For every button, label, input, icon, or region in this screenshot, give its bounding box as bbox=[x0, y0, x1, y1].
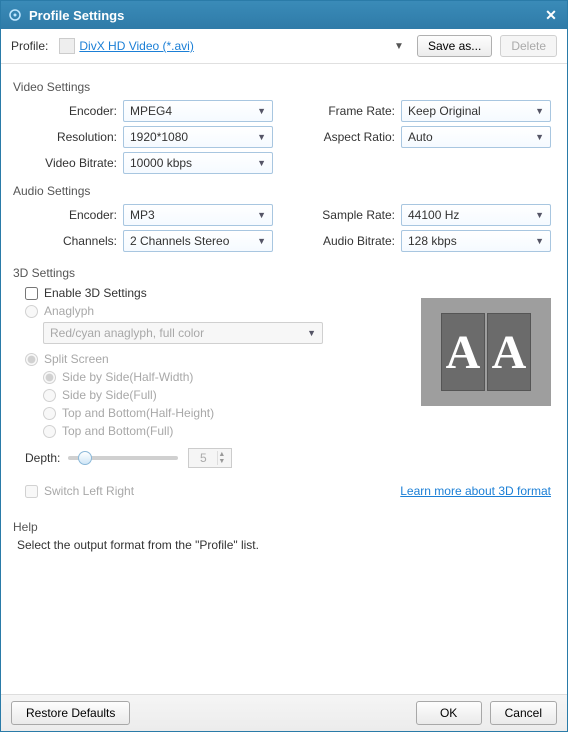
chevron-down-icon: ▼ bbox=[257, 158, 266, 168]
profile-file-icon bbox=[59, 38, 75, 54]
anaglyph-radio-input bbox=[25, 305, 38, 318]
profile-value: DivX HD Video (*.avi) bbox=[79, 39, 394, 53]
profile-select[interactable]: DivX HD Video (*.avi) ▼ bbox=[54, 35, 409, 57]
content-area: Video Settings Encoder: MPEG4▼ Frame Rat… bbox=[1, 64, 567, 694]
resolution-label: Resolution: bbox=[17, 130, 117, 144]
chevron-down-icon: ▼ bbox=[535, 106, 544, 116]
chevron-down-icon: ▼ bbox=[535, 132, 544, 142]
chevron-down-icon: ▼ bbox=[307, 328, 316, 338]
video-encoder-select[interactable]: MPEG4▼ bbox=[123, 100, 273, 122]
chevron-down-icon: ▼ bbox=[257, 210, 266, 220]
audio-settings-label: Audio Settings bbox=[13, 184, 551, 198]
save-as-button[interactable]: Save as... bbox=[417, 35, 492, 57]
titlebar: Profile Settings ✕ bbox=[1, 1, 567, 29]
three-d-preview: A A bbox=[421, 298, 551, 406]
audio-bitrate-select[interactable]: 128 kbps▼ bbox=[401, 230, 551, 252]
help-label: Help bbox=[13, 520, 551, 534]
profile-label: Profile: bbox=[11, 39, 48, 53]
split-screen-radio-input bbox=[25, 353, 38, 366]
video-settings-label: Video Settings bbox=[13, 80, 551, 94]
spinner-down-icon: ▼ bbox=[218, 458, 231, 465]
depth-label: Depth: bbox=[25, 451, 60, 465]
tab-half-radio: Top and Bottom(Half-Height) bbox=[43, 406, 551, 420]
cancel-button[interactable]: Cancel bbox=[490, 701, 557, 725]
chevron-down-icon: ▼ bbox=[394, 41, 404, 52]
slider-thumb[interactable] bbox=[78, 451, 92, 465]
audio-bitrate-label: Audio Bitrate: bbox=[303, 234, 395, 248]
aspect-label: Aspect Ratio: bbox=[303, 130, 395, 144]
footer-bar: Restore Defaults OK Cancel bbox=[1, 694, 567, 731]
preview-letter-right: A bbox=[487, 313, 531, 391]
switch-lr-label: Switch Left Right bbox=[44, 484, 134, 498]
samplerate-label: Sample Rate: bbox=[303, 208, 395, 222]
video-bitrate-select[interactable]: 10000 kbps▼ bbox=[123, 152, 273, 174]
encoder-label: Encoder: bbox=[17, 104, 117, 118]
ok-button[interactable]: OK bbox=[416, 701, 482, 725]
enable-3d-input[interactable] bbox=[25, 287, 38, 300]
framerate-label: Frame Rate: bbox=[303, 104, 395, 118]
chevron-down-icon: ▼ bbox=[257, 106, 266, 116]
depth-value: 5 bbox=[189, 451, 217, 465]
chevron-down-icon: ▼ bbox=[535, 236, 544, 246]
delete-button: Delete bbox=[500, 35, 557, 57]
switch-lr-input bbox=[25, 485, 38, 498]
framerate-select[interactable]: Keep Original▼ bbox=[401, 100, 551, 122]
preview-letter-left: A bbox=[441, 313, 485, 391]
anaglyph-select: Red/cyan anaglyph, full color▼ bbox=[43, 322, 323, 344]
help-text: Select the output format from the "Profi… bbox=[17, 538, 551, 552]
help-section: Help Select the output format from the "… bbox=[17, 520, 551, 552]
chevron-down-icon: ▼ bbox=[257, 236, 266, 246]
depth-spinner: 5 ▲▼ bbox=[188, 448, 232, 468]
switch-lr-checkbox: Switch Left Right bbox=[25, 484, 134, 498]
chevron-down-icon: ▼ bbox=[535, 210, 544, 220]
anaglyph-label: Anaglyph bbox=[44, 304, 94, 318]
channels-select[interactable]: 2 Channels Stereo▼ bbox=[123, 230, 273, 252]
profile-toolbar: Profile: DivX HD Video (*.avi) ▼ Save as… bbox=[1, 29, 567, 64]
channels-label: Channels: bbox=[17, 234, 117, 248]
three-d-label: 3D Settings bbox=[13, 266, 551, 280]
split-screen-label: Split Screen bbox=[44, 352, 109, 366]
samplerate-select[interactable]: 44100 Hz▼ bbox=[401, 204, 551, 226]
resolution-select[interactable]: 1920*1080▼ bbox=[123, 126, 273, 148]
enable-3d-label: Enable 3D Settings bbox=[44, 286, 147, 300]
spinner-up-icon: ▲ bbox=[218, 451, 231, 458]
close-icon[interactable]: ✕ bbox=[541, 7, 561, 24]
aspect-select[interactable]: Auto▼ bbox=[401, 126, 551, 148]
learn-more-link[interactable]: Learn more about 3D format bbox=[400, 484, 551, 498]
app-icon bbox=[7, 7, 23, 23]
chevron-down-icon: ▼ bbox=[257, 132, 266, 142]
window-title: Profile Settings bbox=[29, 8, 541, 23]
audio-encoder-select[interactable]: MP3▼ bbox=[123, 204, 273, 226]
restore-defaults-button[interactable]: Restore Defaults bbox=[11, 701, 130, 725]
tab-full-radio: Top and Bottom(Full) bbox=[43, 424, 551, 438]
depth-slider[interactable] bbox=[68, 456, 178, 460]
audio-encoder-label: Encoder: bbox=[17, 208, 117, 222]
video-bitrate-label: Video Bitrate: bbox=[17, 156, 117, 170]
three-d-section: 3D Settings Enable 3D Settings Anaglyph … bbox=[17, 266, 551, 502]
